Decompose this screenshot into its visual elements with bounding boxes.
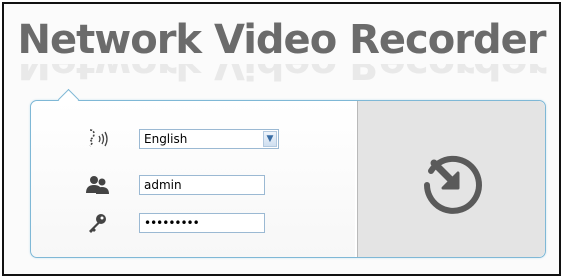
login-panel: English ▼ admin ••••••••• [30,88,546,258]
language-row: English ▼ [81,127,341,151]
login-button[interactable] [357,101,545,257]
username-input[interactable]: admin [139,175,265,195]
app-title: Network Video Recorder [17,17,547,63]
chevron-down-icon[interactable]: ▼ [263,131,277,147]
login-form: English ▼ admin ••••••••• [31,101,355,257]
language-speaker-icon [81,127,121,151]
key-icon [81,211,121,235]
password-row: ••••••••• [81,211,341,235]
language-select[interactable]: English ▼ [139,129,279,149]
app-title-reflection: Network Video Recorder [4,64,559,86]
title-container: Network Video Recorder [4,18,559,62]
language-selected-value: English [144,132,188,146]
users-icon [81,173,121,197]
login-arrow-icon [414,143,492,221]
password-input[interactable]: ••••••••• [139,213,265,233]
username-row: admin [81,173,341,197]
login-window: Network Video Recorder Network Video Rec… [2,2,561,276]
